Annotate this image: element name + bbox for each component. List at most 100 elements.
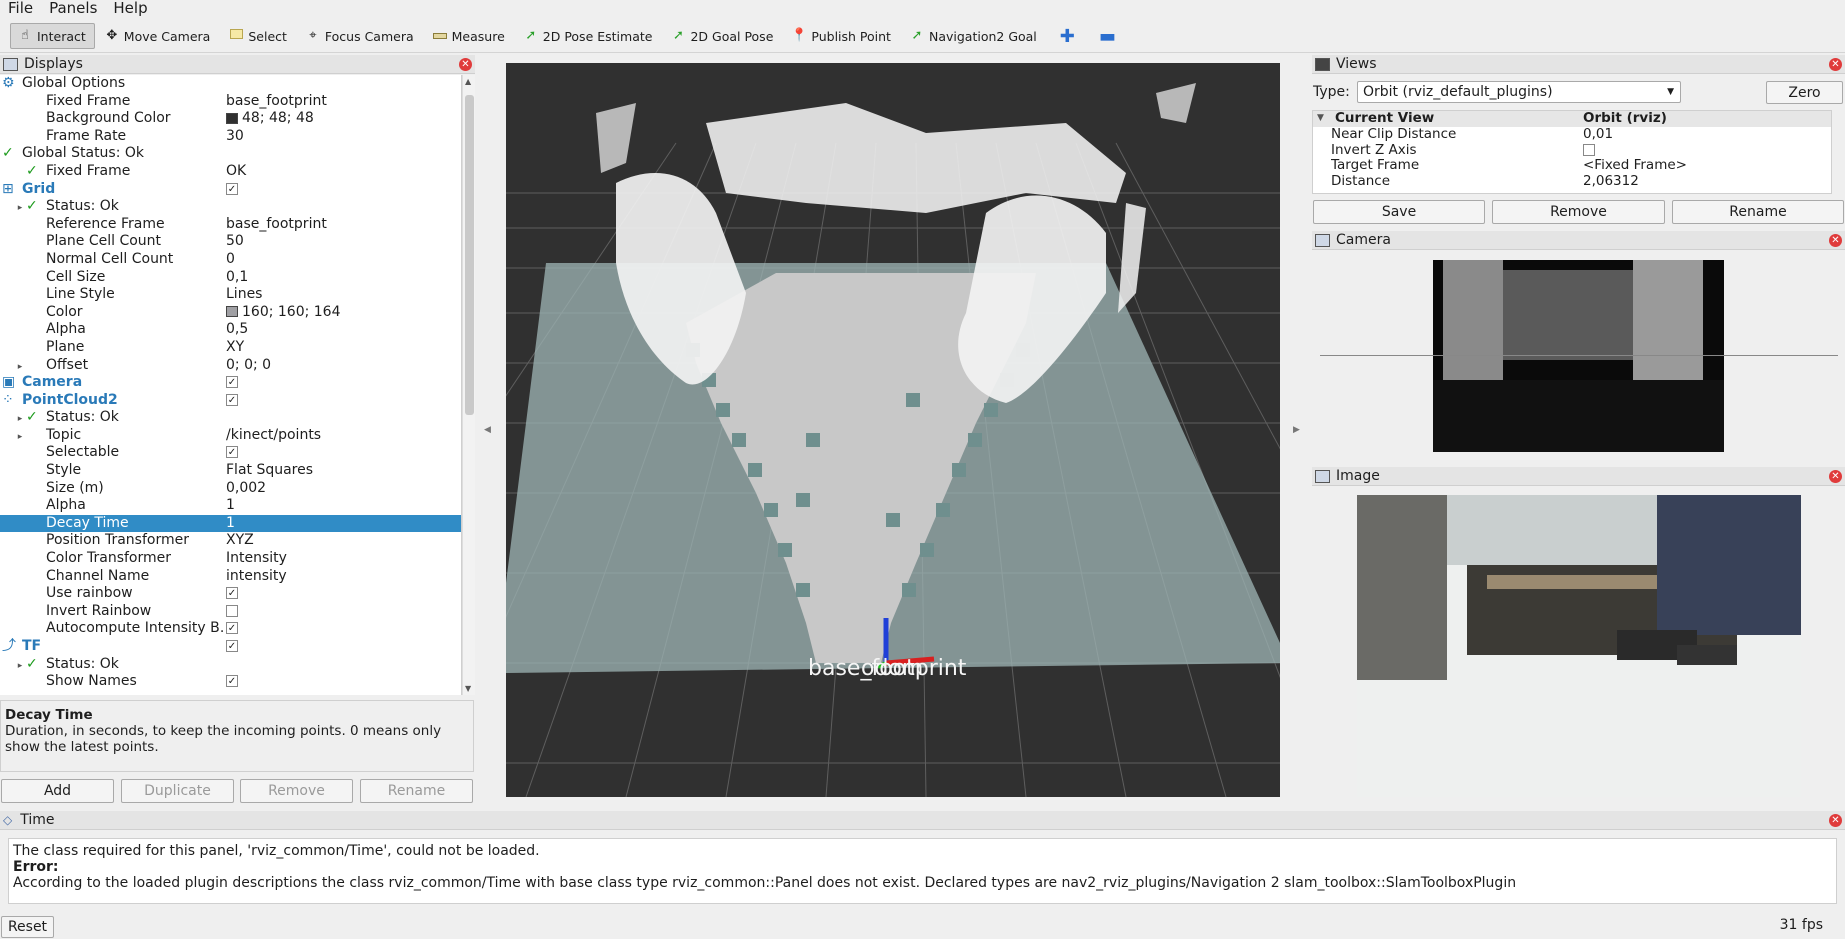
display-tree-row[interactable]: Channel Name intensity [0, 568, 461, 586]
distance-row[interactable]: Distance 2,06312 [1313, 173, 1831, 190]
remove-tool-button[interactable]: ▬ [1087, 26, 1128, 47]
property-checkbox[interactable]: ✓ [226, 587, 238, 600]
save-view-button[interactable]: Save [1313, 200, 1485, 224]
property-value[interactable]: 0,5 [226, 321, 248, 339]
display-tree-row[interactable]: ✓ Fixed Frame OK [0, 163, 461, 181]
close-icon[interactable]: ✕ [1829, 470, 1842, 483]
scroll-up-icon[interactable]: ▲ [465, 77, 471, 86]
property-value[interactable]: 1 [226, 515, 235, 533]
close-icon[interactable]: ✕ [459, 58, 472, 71]
measure-tool[interactable]: Measure [425, 23, 514, 49]
close-icon[interactable]: ✕ [1829, 58, 1842, 71]
menu-help[interactable]: Help [105, 0, 155, 17]
close-icon[interactable]: ✕ [1829, 814, 1842, 827]
property-checkbox[interactable]: ✓ [226, 182, 238, 195]
display-tree-row[interactable]: Autocompute Intensity B… ✓ [0, 620, 461, 638]
property-value[interactable]: ✓ [226, 374, 238, 392]
property-value[interactable]: XY [226, 339, 244, 357]
color-swatch[interactable] [226, 306, 238, 318]
move-camera-tool[interactable]: ✥ Move Camera [97, 23, 220, 49]
display-tree-row[interactable]: ▸ Topic/kinect/points [0, 427, 461, 445]
property-value[interactable]: Flat Squares [226, 462, 313, 480]
displays-tree[interactable]: ⚙ Global Options Fixed Frame base_footprint… [0, 75, 462, 695]
zero-button[interactable]: Zero [1766, 81, 1843, 104]
display-tree-row[interactable]: ⊞ Grid ✓ [0, 181, 461, 199]
focus-camera-tool[interactable]: ⌖ Focus Camera [298, 23, 423, 49]
property-value[interactable]: 48; 48; 48 [226, 110, 314, 128]
near-clip-row[interactable]: Near Clip Distance 0,01 [1313, 126, 1831, 143]
property-value[interactable]: 50 [226, 233, 244, 251]
display-tree-row[interactable]: ▸ ✓ Status: Ok [0, 409, 461, 427]
near-clip-value[interactable]: 0,01 [1583, 126, 1613, 143]
invert-z-row[interactable]: Invert Z Axis [1313, 143, 1831, 159]
goal-pose-tool[interactable]: ➚ 2D Goal Pose [663, 23, 782, 49]
display-tree-row[interactable]: ⁘ PointCloud2 ✓ [0, 392, 461, 410]
property-value[interactable]: 0,002 [226, 480, 266, 498]
property-value[interactable]: Intensity [226, 550, 287, 568]
collapse-left-icon[interactable]: ◀ [484, 425, 491, 435]
property-value[interactable]: ✓ [226, 181, 238, 199]
display-tree-row[interactable]: Selectable ✓ [0, 444, 461, 462]
interact-tool[interactable]: ☝ Interact [10, 23, 95, 49]
invert-z-checkbox[interactable] [1583, 143, 1595, 159]
display-tree-row[interactable]: Plane Cell Count 50 [0, 233, 461, 251]
property-value[interactable]: ✓ [226, 444, 238, 462]
display-tree-row[interactable]: Cell Size 0,1 [0, 269, 461, 287]
distance-value[interactable]: 2,06312 [1583, 173, 1639, 190]
displays-scrollbar[interactable]: ▲ ▼ [462, 75, 475, 695]
scrollbar-thumb[interactable] [465, 95, 474, 415]
add-tool-button[interactable]: ✚ [1048, 26, 1087, 47]
property-value[interactable] [226, 603, 238, 621]
property-value[interactable]: /kinect/points [226, 427, 321, 445]
view-properties[interactable]: ▼ Current View Orbit (rviz) Near Clip Di… [1312, 110, 1832, 194]
current-view-row[interactable]: ▼ Current View Orbit (rviz) [1313, 111, 1831, 127]
rename-view-button[interactable]: Rename [1672, 200, 1844, 224]
display-tree-row[interactable]: Position Transformer XYZ [0, 532, 461, 550]
display-tree-row[interactable]: ▸ ✓ Status: Ok [0, 656, 461, 674]
select-tool[interactable]: Select [221, 23, 296, 49]
display-tree-row[interactable]: Line Style Lines [0, 286, 461, 304]
property-value[interactable]: ✓ [226, 585, 238, 603]
add-display-button[interactable]: Add [1, 779, 114, 803]
display-tree-row[interactable]: Fixed Frame base_footprint [0, 93, 461, 111]
remove-display-button[interactable]: Remove [240, 779, 353, 803]
property-value[interactable]: 1 [226, 497, 235, 515]
duplicate-display-button[interactable]: Duplicate [121, 779, 234, 803]
display-tree-row[interactable]: Size (m) 0,002 [0, 480, 461, 498]
display-tree-row[interactable]: ⤴ TF ✓ [0, 638, 461, 656]
display-tree-row[interactable]: ▸ ✓ Status: Ok [0, 198, 461, 216]
collapse-right-icon[interactable]: ▶ [1293, 425, 1300, 435]
display-tree-row[interactable]: ✓ Global Status: Ok [0, 145, 461, 163]
display-tree-row[interactable]: Style Flat Squares [0, 462, 461, 480]
display-tree-row[interactable]: Frame Rate 30 [0, 128, 461, 146]
property-value[interactable]: ✓ [226, 673, 238, 691]
view-type-select[interactable]: Orbit (rviz_default_plugins) ▼ [1357, 81, 1681, 103]
display-tree-row[interactable]: ▣ Camera ✓ [0, 374, 461, 392]
target-frame-value[interactable]: <Fixed Frame> [1583, 158, 1687, 174]
property-checkbox[interactable]: ✓ [226, 640, 238, 652]
color-swatch[interactable] [226, 112, 238, 124]
property-checkbox[interactable]: ✓ [226, 675, 238, 688]
property-value[interactable]: base_footprint [226, 93, 327, 111]
property-value[interactable]: 0; 0; 0 [226, 357, 271, 375]
menu-file[interactable]: File [0, 0, 41, 17]
display-tree-row[interactable]: ▸ Offset 0; 0; 0 [0, 357, 461, 375]
close-icon[interactable]: ✕ [1829, 234, 1842, 247]
image-view[interactable] [1312, 488, 1845, 800]
property-value[interactable]: 160; 160; 164 [226, 304, 341, 322]
property-checkbox[interactable]: ✓ [226, 376, 238, 389]
property-value[interactable]: ✓ [226, 638, 238, 656]
render-view-3d[interactable]: base_footprint odom [506, 63, 1280, 797]
reset-button[interactable]: Reset [1, 916, 54, 938]
display-tree-row[interactable]: Color Transformer Intensity [0, 550, 461, 568]
property-checkbox[interactable]: ✓ [226, 622, 238, 635]
scroll-down-icon[interactable]: ▼ [465, 684, 471, 693]
display-tree-row[interactable]: Use rainbow ✓ [0, 585, 461, 603]
display-tree-row[interactable]: Reference Frame base_footprint [0, 216, 461, 234]
property-checkbox[interactable] [226, 604, 238, 617]
property-checkbox[interactable]: ✓ [226, 446, 238, 459]
property-value[interactable]: intensity [226, 568, 287, 586]
rename-display-button[interactable]: Rename [360, 779, 473, 803]
property-value[interactable]: 0,1 [226, 269, 248, 287]
collapse-icon[interactable]: ▼ [1317, 111, 1324, 127]
